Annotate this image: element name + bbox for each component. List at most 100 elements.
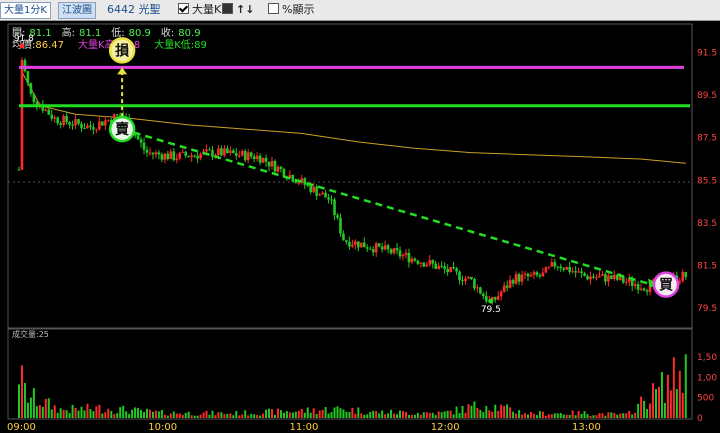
candle-body: [118, 114, 122, 116]
candle-body: [529, 274, 533, 277]
candle-body: [476, 287, 479, 289]
option-label: 大量K: [192, 3, 222, 16]
candle-body: [360, 242, 363, 248]
big-k-low-label: 大量K低:: [154, 38, 194, 51]
trend-dashed-line: [121, 127, 653, 286]
volume-bar: [208, 414, 211, 418]
candle-body: [437, 265, 441, 269]
volume-bar: [416, 412, 419, 418]
time-tick-label: 09:00: [7, 422, 36, 433]
candle-body: [261, 157, 265, 163]
candle-body: [505, 285, 509, 288]
candle-body: [32, 93, 36, 102]
volume-bar: [464, 412, 467, 418]
volume-bar: [247, 415, 250, 418]
candle-body: [86, 125, 89, 129]
volume-bar: [419, 414, 422, 418]
volume-bar: [223, 414, 226, 418]
volume-bar: [101, 413, 104, 418]
candle-body: [232, 150, 235, 154]
price-tick-label: 87.5: [697, 134, 717, 144]
volume-bar: [422, 412, 425, 418]
candle-body: [496, 296, 500, 300]
candle-body: [541, 272, 545, 277]
candle-body: [452, 267, 455, 269]
volume-bar: [476, 407, 479, 418]
price-tick-label: 79.5: [697, 304, 717, 314]
volume-bar: [634, 412, 637, 418]
checkbox-checked-icon[interactable]: [178, 3, 189, 14]
volume-bar: [259, 415, 262, 418]
volume-bar: [669, 390, 672, 418]
volume-bar: [524, 413, 527, 418]
volume-bar: [541, 411, 544, 418]
close-label: 收:: [161, 26, 174, 39]
candle-body: [115, 114, 119, 116]
candle-body: [166, 153, 170, 160]
price-tick-label: 83.5: [697, 219, 717, 229]
candle-body: [56, 117, 59, 124]
candle-body: [106, 119, 110, 121]
volume-bar: [339, 408, 342, 418]
candle-body: [464, 278, 467, 282]
volume-bar: [282, 412, 285, 418]
candle-body: [633, 284, 637, 286]
volume-bar: [41, 406, 44, 418]
volume-bar: [455, 406, 458, 418]
volume-bar: [428, 412, 431, 418]
tab-big-volume-1min-k[interactable]: 大量1分K: [0, 2, 51, 19]
candle-body: [258, 155, 262, 163]
volume-bar: [407, 414, 410, 418]
candle-body: [416, 260, 420, 264]
volume-bar: [643, 400, 646, 418]
candle-body: [62, 115, 65, 125]
volume-bar: [187, 411, 190, 418]
volume-bar: [616, 414, 619, 418]
volume-bar: [62, 409, 65, 418]
candle-body: [53, 117, 57, 119]
volume-bar: [410, 414, 413, 418]
volume-bar: [95, 406, 98, 418]
candle-body: [553, 262, 557, 267]
svg-text:開:81.1高:81.1低:80.9收:80.9: 開: 81.1 高: 81.1 低: 80.9 收: 80.9: [12, 26, 201, 39]
candle-body: [47, 109, 51, 115]
volume-bar: [518, 410, 521, 418]
volume-bar: [288, 412, 291, 418]
candle-body: [401, 254, 405, 257]
volume-bar: [652, 383, 655, 418]
candle-body: [348, 241, 351, 247]
candle-body: [645, 290, 649, 292]
volume-bar: [580, 413, 583, 418]
candle-body: [339, 217, 342, 234]
volume-bar: [351, 407, 354, 418]
candle-body: [291, 175, 295, 182]
option-percent-display[interactable]: %顯示: [268, 3, 314, 17]
checkbox-icon[interactable]: [222, 3, 233, 14]
tab-river-chart[interactable]: 江波圖: [58, 2, 96, 19]
candle-body: [77, 119, 80, 124]
volume-bar: [535, 415, 538, 418]
volume-bar: [140, 409, 143, 418]
option-big-volume-k[interactable]: 大量K: [178, 3, 221, 17]
candle-body: [65, 115, 68, 123]
volume-bar: [425, 412, 428, 418]
close-value: 80.9: [178, 28, 200, 39]
candle-body: [315, 186, 318, 196]
candle-body: [246, 152, 250, 161]
candle-body: [23, 60, 27, 72]
candle-body: [178, 152, 182, 159]
volume-bar: [550, 414, 553, 418]
volume-bar: [184, 412, 187, 418]
volume-bar: [604, 415, 607, 418]
volume-tick-label: 0: [697, 414, 703, 424]
volume-bar: [396, 414, 399, 418]
low-value: 80.9: [129, 28, 151, 39]
volume-bar: [372, 410, 375, 418]
volume-bar: [348, 411, 351, 418]
volume-bar: [163, 414, 166, 418]
option-signal-arrows[interactable]: ↑↓: [222, 3, 254, 17]
candle-body: [392, 248, 396, 254]
option-label: %顯示: [282, 3, 315, 16]
checkbox-icon[interactable]: [268, 3, 279, 14]
volume-bar: [143, 412, 146, 418]
